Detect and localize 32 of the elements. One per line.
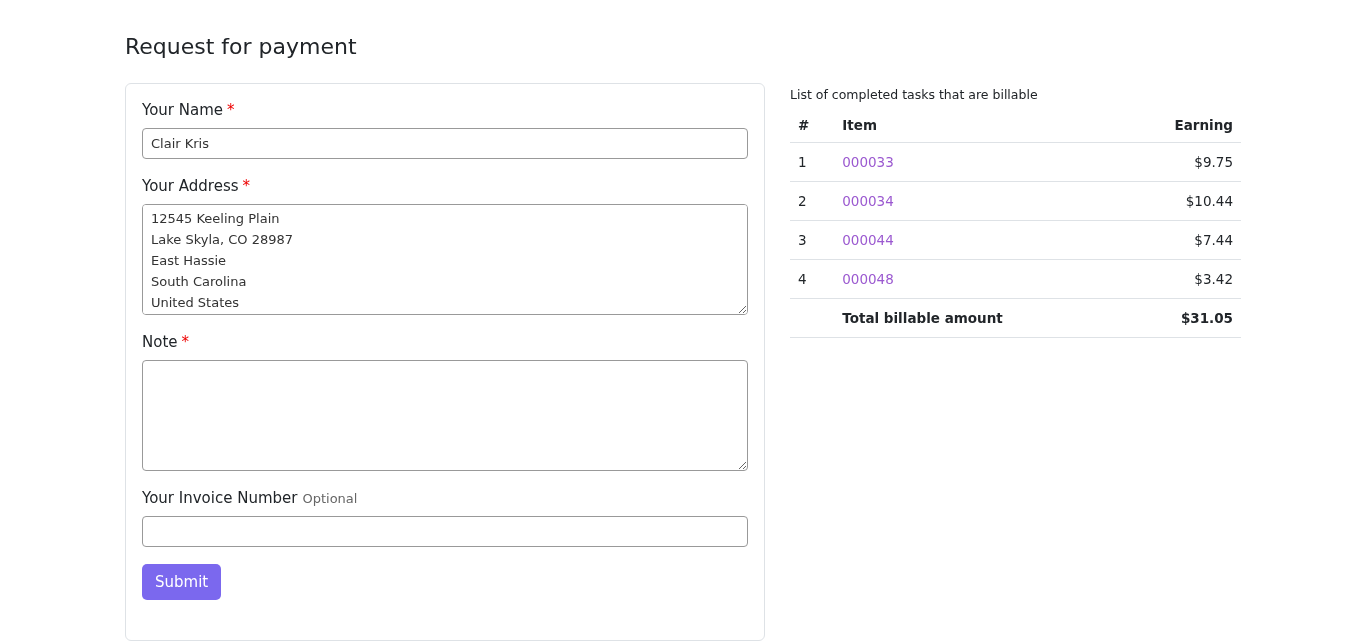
input-field[interactable] xyxy=(142,516,748,547)
field-label: Note xyxy=(142,333,178,351)
table-cell: $9.75 xyxy=(1120,142,1241,182)
page-title: Request for payment xyxy=(125,34,358,59)
column-header: Item xyxy=(834,110,1121,143)
table-cell: 3 xyxy=(790,220,835,260)
table-cell: $3.42 xyxy=(1120,259,1241,299)
table-cell: 2 xyxy=(790,181,835,221)
item-link[interactable]: 000034 xyxy=(842,193,894,209)
table-cell: $10.44 xyxy=(1120,181,1241,221)
table-cell: 1 xyxy=(790,142,835,182)
column-header: # xyxy=(790,110,835,143)
required-mark: * xyxy=(242,177,251,195)
input-field[interactable]: Clair Kris xyxy=(142,128,748,159)
field-label: Your Address xyxy=(142,177,239,195)
text-area[interactable]: 12545 Keeling Plain Lake Skyla, CO 28987 East Hassie South Carolina United States xyxy=(142,204,748,315)
required-mark: * xyxy=(227,101,235,119)
item-link[interactable]: 000033 xyxy=(842,154,894,170)
submit-button[interactable]: Submit xyxy=(142,564,222,600)
item-link[interactable]: 000048 xyxy=(842,271,894,287)
item-link[interactable]: 000044 xyxy=(842,232,894,248)
table-cell: 4 xyxy=(790,259,835,299)
total-label: Total billable amount xyxy=(834,298,1121,338)
optional-hint: Optional xyxy=(302,491,358,506)
table-caption: List of completed tasks that are billable xyxy=(790,87,1039,102)
required-mark: * xyxy=(181,333,189,351)
column-header: Earning xyxy=(1120,110,1241,143)
field-label: Your Invoice Number xyxy=(142,489,298,507)
text-area[interactable] xyxy=(142,360,748,471)
total-amount: $31.05 xyxy=(1120,298,1241,338)
table-cell: $7.44 xyxy=(1120,220,1241,260)
field-label: Your Name xyxy=(142,101,224,119)
